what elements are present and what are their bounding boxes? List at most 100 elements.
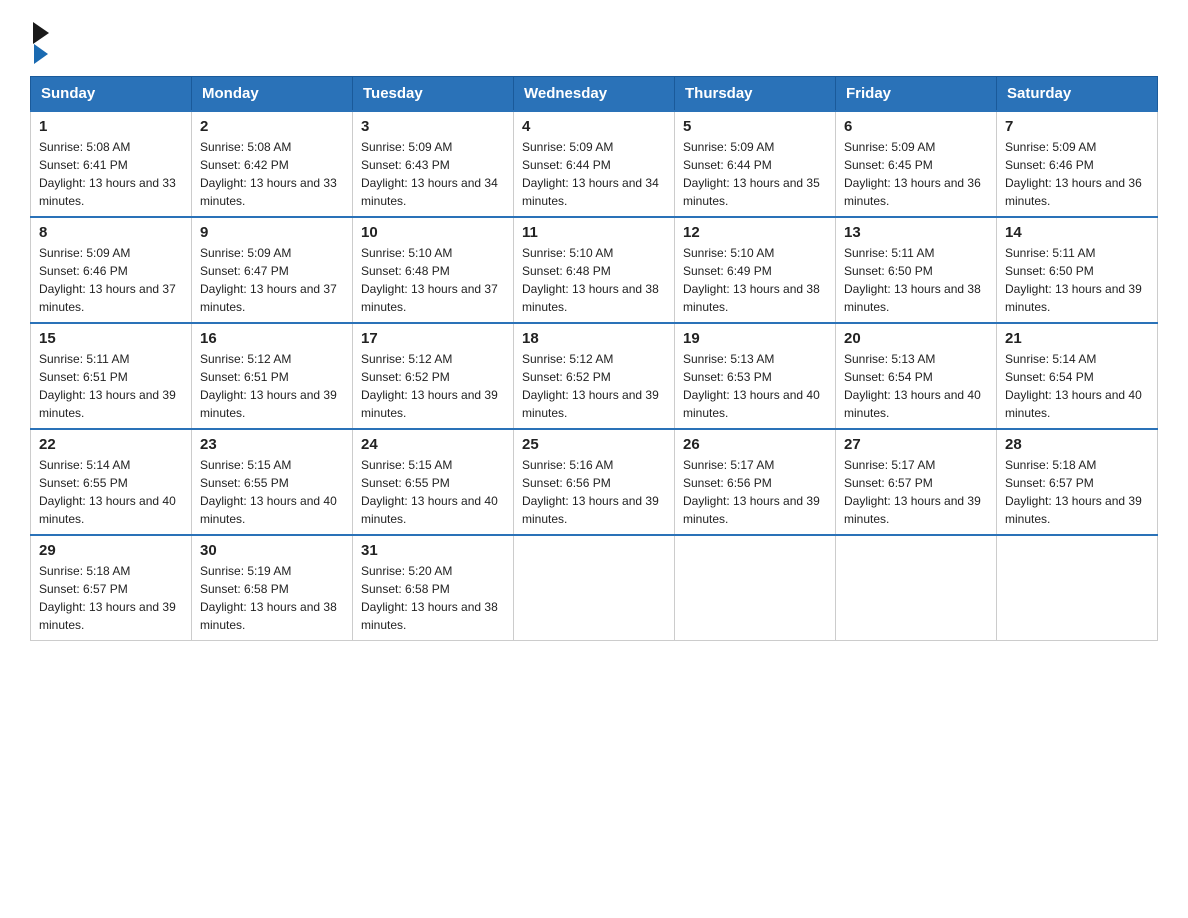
calendar-cell: 4 Sunrise: 5:09 AM Sunset: 6:44 PM Dayli… — [514, 111, 675, 217]
day-info: Sunrise: 5:18 AM Sunset: 6:57 PM Dayligh… — [39, 562, 183, 634]
calendar-cell — [997, 535, 1158, 641]
day-number: 26 — [683, 436, 827, 453]
day-info: Sunrise: 5:13 AM Sunset: 6:54 PM Dayligh… — [844, 350, 988, 422]
day-info: Sunrise: 5:12 AM Sunset: 6:51 PM Dayligh… — [200, 350, 344, 422]
calendar-cell: 24 Sunrise: 5:15 AM Sunset: 6:55 PM Dayl… — [353, 429, 514, 535]
calendar-cell: 13 Sunrise: 5:11 AM Sunset: 6:50 PM Dayl… — [836, 217, 997, 323]
calendar-cell: 5 Sunrise: 5:09 AM Sunset: 6:44 PM Dayli… — [675, 111, 836, 217]
col-header-thursday: Thursday — [675, 77, 836, 112]
calendar-cell — [836, 535, 997, 641]
calendar-cell — [514, 535, 675, 641]
day-info: Sunrise: 5:12 AM Sunset: 6:52 PM Dayligh… — [522, 350, 666, 422]
calendar-cell: 29 Sunrise: 5:18 AM Sunset: 6:57 PM Dayl… — [31, 535, 192, 641]
day-number: 7 — [1005, 118, 1149, 135]
calendar-cell: 28 Sunrise: 5:18 AM Sunset: 6:57 PM Dayl… — [997, 429, 1158, 535]
calendar-header-row: SundayMondayTuesdayWednesdayThursdayFrid… — [31, 77, 1158, 112]
col-header-friday: Friday — [836, 77, 997, 112]
day-info: Sunrise: 5:09 AM Sunset: 6:46 PM Dayligh… — [39, 244, 183, 316]
day-number: 30 — [200, 542, 344, 559]
day-info: Sunrise: 5:17 AM Sunset: 6:57 PM Dayligh… — [844, 456, 988, 528]
col-header-monday: Monday — [192, 77, 353, 112]
calendar-cell: 23 Sunrise: 5:15 AM Sunset: 6:55 PM Dayl… — [192, 429, 353, 535]
col-header-saturday: Saturday — [997, 77, 1158, 112]
day-info: Sunrise: 5:09 AM Sunset: 6:45 PM Dayligh… — [844, 138, 988, 210]
week-row-1: 1 Sunrise: 5:08 AM Sunset: 6:41 PM Dayli… — [31, 111, 1158, 217]
calendar-cell: 21 Sunrise: 5:14 AM Sunset: 6:54 PM Dayl… — [997, 323, 1158, 429]
day-number: 28 — [1005, 436, 1149, 453]
calendar-cell: 22 Sunrise: 5:14 AM Sunset: 6:55 PM Dayl… — [31, 429, 192, 535]
day-number: 16 — [200, 330, 344, 347]
day-number: 24 — [361, 436, 505, 453]
day-info: Sunrise: 5:09 AM Sunset: 6:43 PM Dayligh… — [361, 138, 505, 210]
calendar-cell — [675, 535, 836, 641]
calendar-cell: 16 Sunrise: 5:12 AM Sunset: 6:51 PM Dayl… — [192, 323, 353, 429]
calendar-cell: 2 Sunrise: 5:08 AM Sunset: 6:42 PM Dayli… — [192, 111, 353, 217]
day-info: Sunrise: 5:09 AM Sunset: 6:46 PM Dayligh… — [1005, 138, 1149, 210]
day-info: Sunrise: 5:10 AM Sunset: 6:48 PM Dayligh… — [361, 244, 505, 316]
calendar-cell: 1 Sunrise: 5:08 AM Sunset: 6:41 PM Dayli… — [31, 111, 192, 217]
calendar-cell: 3 Sunrise: 5:09 AM Sunset: 6:43 PM Dayli… — [353, 111, 514, 217]
day-info: Sunrise: 5:08 AM Sunset: 6:41 PM Dayligh… — [39, 138, 183, 210]
col-header-wednesday: Wednesday — [514, 77, 675, 112]
day-info: Sunrise: 5:09 AM Sunset: 6:44 PM Dayligh… — [683, 138, 827, 210]
day-number: 25 — [522, 436, 666, 453]
calendar-cell: 20 Sunrise: 5:13 AM Sunset: 6:54 PM Dayl… — [836, 323, 997, 429]
day-info: Sunrise: 5:15 AM Sunset: 6:55 PM Dayligh… — [200, 456, 344, 528]
day-info: Sunrise: 5:11 AM Sunset: 6:50 PM Dayligh… — [1005, 244, 1149, 316]
day-info: Sunrise: 5:20 AM Sunset: 6:58 PM Dayligh… — [361, 562, 505, 634]
calendar-cell: 8 Sunrise: 5:09 AM Sunset: 6:46 PM Dayli… — [31, 217, 192, 323]
calendar-cell: 31 Sunrise: 5:20 AM Sunset: 6:58 PM Dayl… — [353, 535, 514, 641]
day-number: 5 — [683, 118, 827, 135]
day-info: Sunrise: 5:08 AM Sunset: 6:42 PM Dayligh… — [200, 138, 344, 210]
day-info: Sunrise: 5:17 AM Sunset: 6:56 PM Dayligh… — [683, 456, 827, 528]
day-number: 11 — [522, 224, 666, 241]
day-number: 21 — [1005, 330, 1149, 347]
day-info: Sunrise: 5:14 AM Sunset: 6:54 PM Dayligh… — [1005, 350, 1149, 422]
day-info: Sunrise: 5:11 AM Sunset: 6:51 PM Dayligh… — [39, 350, 183, 422]
logo-arrow-black-icon — [33, 22, 49, 44]
day-number: 20 — [844, 330, 988, 347]
day-number: 17 — [361, 330, 505, 347]
day-number: 10 — [361, 224, 505, 241]
calendar-cell: 26 Sunrise: 5:17 AM Sunset: 6:56 PM Dayl… — [675, 429, 836, 535]
day-number: 23 — [200, 436, 344, 453]
calendar-cell: 14 Sunrise: 5:11 AM Sunset: 6:50 PM Dayl… — [997, 217, 1158, 323]
day-number: 9 — [200, 224, 344, 241]
day-number: 8 — [39, 224, 183, 241]
calendar-cell: 27 Sunrise: 5:17 AM Sunset: 6:57 PM Dayl… — [836, 429, 997, 535]
day-info: Sunrise: 5:13 AM Sunset: 6:53 PM Dayligh… — [683, 350, 827, 422]
day-info: Sunrise: 5:14 AM Sunset: 6:55 PM Dayligh… — [39, 456, 183, 528]
calendar-cell: 19 Sunrise: 5:13 AM Sunset: 6:53 PM Dayl… — [675, 323, 836, 429]
day-number: 15 — [39, 330, 183, 347]
day-number: 31 — [361, 542, 505, 559]
day-number: 1 — [39, 118, 183, 135]
calendar-cell: 7 Sunrise: 5:09 AM Sunset: 6:46 PM Dayli… — [997, 111, 1158, 217]
logo-arrow-blue-icon — [34, 44, 48, 64]
week-row-3: 15 Sunrise: 5:11 AM Sunset: 6:51 PM Dayl… — [31, 323, 1158, 429]
day-number: 29 — [39, 542, 183, 559]
day-info: Sunrise: 5:15 AM Sunset: 6:55 PM Dayligh… — [361, 456, 505, 528]
day-info: Sunrise: 5:10 AM Sunset: 6:48 PM Dayligh… — [522, 244, 666, 316]
day-number: 12 — [683, 224, 827, 241]
day-info: Sunrise: 5:09 AM Sunset: 6:47 PM Dayligh… — [200, 244, 344, 316]
calendar-cell: 6 Sunrise: 5:09 AM Sunset: 6:45 PM Dayli… — [836, 111, 997, 217]
calendar-cell: 12 Sunrise: 5:10 AM Sunset: 6:49 PM Dayl… — [675, 217, 836, 323]
calendar-cell: 18 Sunrise: 5:12 AM Sunset: 6:52 PM Dayl… — [514, 323, 675, 429]
day-info: Sunrise: 5:16 AM Sunset: 6:56 PM Dayligh… — [522, 456, 666, 528]
page-header — [30, 20, 1158, 66]
day-info: Sunrise: 5:11 AM Sunset: 6:50 PM Dayligh… — [844, 244, 988, 316]
day-number: 3 — [361, 118, 505, 135]
calendar-cell: 25 Sunrise: 5:16 AM Sunset: 6:56 PM Dayl… — [514, 429, 675, 535]
day-number: 13 — [844, 224, 988, 241]
day-number: 27 — [844, 436, 988, 453]
col-header-tuesday: Tuesday — [353, 77, 514, 112]
day-number: 14 — [1005, 224, 1149, 241]
logo-blue-text — [30, 44, 48, 66]
col-header-sunday: Sunday — [31, 77, 192, 112]
week-row-2: 8 Sunrise: 5:09 AM Sunset: 6:46 PM Dayli… — [31, 217, 1158, 323]
calendar-cell: 15 Sunrise: 5:11 AM Sunset: 6:51 PM Dayl… — [31, 323, 192, 429]
day-number: 4 — [522, 118, 666, 135]
day-number: 22 — [39, 436, 183, 453]
day-number: 19 — [683, 330, 827, 347]
calendar-cell: 17 Sunrise: 5:12 AM Sunset: 6:52 PM Dayl… — [353, 323, 514, 429]
